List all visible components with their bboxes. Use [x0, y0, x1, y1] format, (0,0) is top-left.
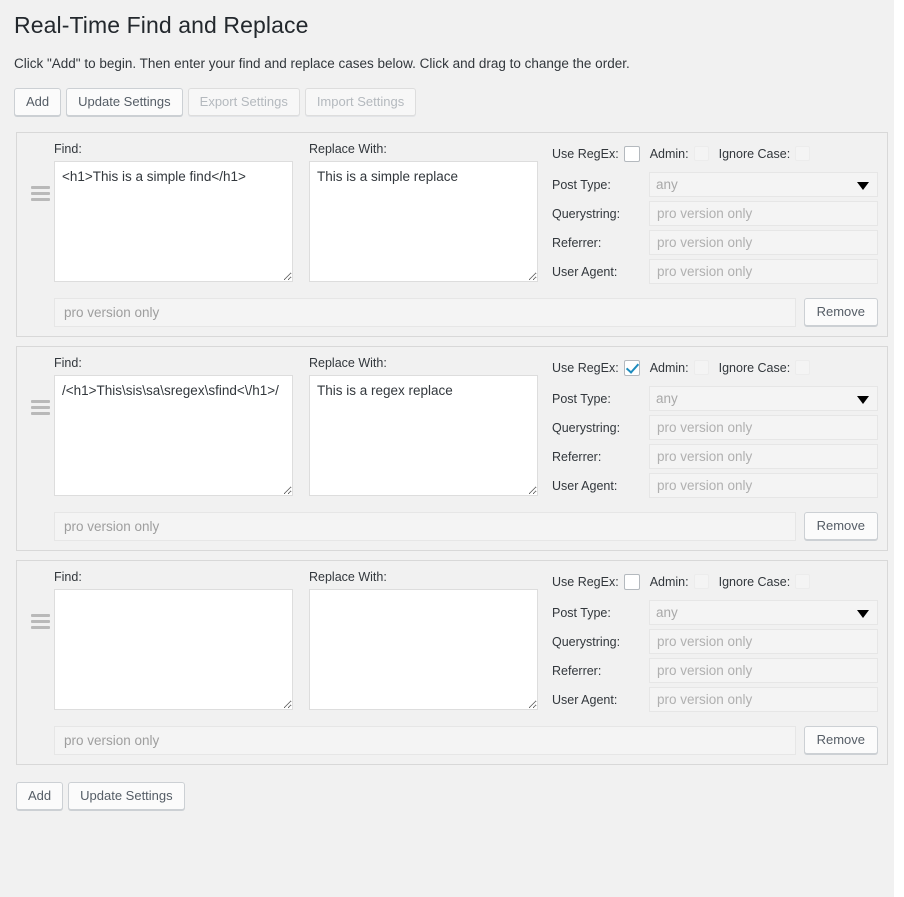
- use-regex-label: Use RegEx:: [552, 360, 619, 375]
- use-regex-checkbox[interactable]: [623, 573, 640, 590]
- import-settings-button[interactable]: Import Settings: [304, 87, 417, 116]
- remove-button[interactable]: Remove: [803, 512, 878, 541]
- add-button-top[interactable]: Add: [14, 87, 62, 116]
- find-label: Find:: [54, 569, 82, 584]
- drag-handle-icon[interactable]: [26, 570, 54, 629]
- add-button-bottom[interactable]: Add: [16, 781, 64, 810]
- rules-list: Find: Replace With: Use RegEx: Admin: Ig…: [16, 131, 888, 765]
- find-label: Find:: [54, 141, 82, 156]
- replace-label: Replace With:: [309, 141, 387, 156]
- use-regex-label: Use RegEx:: [552, 574, 619, 589]
- use-regex-checkbox[interactable]: [623, 359, 640, 376]
- right-gutter: [894, 0, 904, 897]
- post-type-select[interactable]: any: [649, 386, 878, 412]
- rule-row: Find: Replace With: Use RegEx: Admin: Ig…: [16, 559, 888, 765]
- user-agent-input[interactable]: [649, 687, 878, 713]
- note-input[interactable]: [54, 297, 796, 327]
- remove-button[interactable]: Remove: [803, 298, 878, 327]
- replace-textarea[interactable]: [309, 160, 538, 282]
- top-toolbar: Add Update Settings Export Settings Impo…: [0, 74, 904, 116]
- remove-button[interactable]: Remove: [803, 726, 878, 755]
- admin-checkbox[interactable]: [693, 360, 709, 376]
- referrer-label: Referrer:: [552, 663, 602, 678]
- replace-label: Replace With:: [309, 569, 387, 584]
- post-type-label: Post Type:: [552, 605, 611, 620]
- querystring-input[interactable]: [649, 415, 878, 441]
- update-settings-button-top[interactable]: Update Settings: [66, 87, 183, 116]
- querystring-label: Querystring:: [552, 206, 621, 221]
- page-title: Real-Time Find and Replace: [14, 12, 309, 38]
- admin-label: Admin:: [649, 146, 689, 161]
- replace-label: Replace With:: [309, 355, 387, 370]
- find-textarea[interactable]: [54, 374, 293, 496]
- referrer-input[interactable]: [649, 658, 878, 684]
- referrer-input[interactable]: [649, 444, 878, 470]
- rule-row: Find: Replace With: Use RegEx: Admin: Ig…: [16, 131, 888, 337]
- ignore-case-label: Ignore Case:: [718, 146, 791, 161]
- ignore-case-label: Ignore Case:: [718, 574, 791, 589]
- ignore-case-checkbox[interactable]: [795, 360, 811, 376]
- querystring-label: Querystring:: [552, 634, 621, 649]
- rule-row: Find: Replace With: Use RegEx: Admin: Ig…: [16, 345, 888, 551]
- ignore-case-checkbox[interactable]: [795, 574, 811, 590]
- ignore-case-checkbox[interactable]: [795, 146, 811, 162]
- replace-textarea[interactable]: [309, 588, 538, 710]
- user-agent-label: User Agent:: [552, 264, 618, 279]
- use-regex-label: Use RegEx:: [552, 146, 619, 161]
- admin-label: Admin:: [649, 574, 689, 589]
- page-description: Click "Add" to begin. Then enter your fi…: [14, 55, 630, 71]
- querystring-input[interactable]: [649, 629, 878, 655]
- update-settings-button-bottom[interactable]: Update Settings: [68, 781, 185, 810]
- find-label: Find:: [54, 355, 82, 370]
- referrer-label: Referrer:: [552, 235, 602, 250]
- querystring-input[interactable]: [649, 201, 878, 227]
- ignore-case-label: Ignore Case:: [718, 360, 791, 375]
- use-regex-checkbox[interactable]: [623, 145, 640, 162]
- note-input[interactable]: [54, 725, 796, 755]
- post-type-label: Post Type:: [552, 177, 611, 192]
- admin-checkbox[interactable]: [693, 574, 709, 590]
- find-textarea[interactable]: [54, 588, 293, 710]
- post-type-select[interactable]: any: [649, 600, 878, 626]
- admin-label: Admin:: [649, 360, 689, 375]
- user-agent-input[interactable]: [649, 259, 878, 285]
- admin-checkbox[interactable]: [693, 146, 709, 162]
- user-agent-label: User Agent:: [552, 692, 618, 707]
- export-settings-button[interactable]: Export Settings: [187, 87, 300, 116]
- referrer-label: Referrer:: [552, 449, 602, 464]
- bottom-toolbar: Add Update Settings: [0, 774, 904, 810]
- user-agent-label: User Agent:: [552, 478, 618, 493]
- find-replace-settings-page: Real-Time Find and Replace Click "Add" t…: [0, 0, 904, 897]
- post-type-label: Post Type:: [552, 391, 611, 406]
- note-input[interactable]: [54, 511, 796, 541]
- post-type-select[interactable]: any: [649, 172, 878, 198]
- replace-textarea[interactable]: [309, 374, 538, 496]
- querystring-label: Querystring:: [552, 420, 621, 435]
- find-textarea[interactable]: [54, 160, 293, 282]
- drag-handle-icon[interactable]: [26, 142, 54, 201]
- user-agent-input[interactable]: [649, 473, 878, 499]
- referrer-input[interactable]: [649, 230, 878, 256]
- drag-handle-icon[interactable]: [26, 356, 54, 415]
